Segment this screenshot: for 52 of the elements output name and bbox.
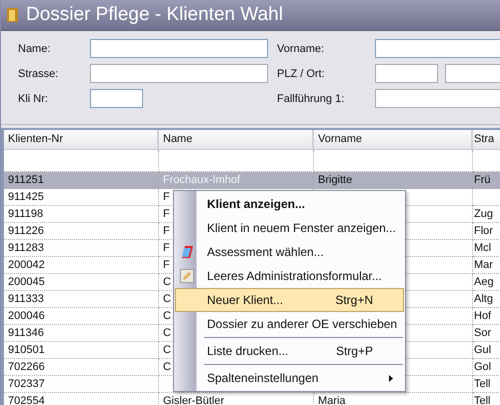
door-icon (7, 8, 18, 22)
table-cell: Tell (473, 376, 500, 393)
table-cell: 200045 (4, 274, 159, 291)
field-label: Strasse: (18, 68, 60, 80)
window-title: Dossier Pflege - Klienten Wahl (26, 4, 283, 26)
table-cell: 702266 (4, 359, 159, 376)
table-cell: Mcl (473, 240, 500, 257)
table-cell: 911346 (4, 325, 159, 342)
table-cell: Flor (473, 223, 500, 240)
column-header[interactable]: Vorname (314, 130, 473, 150)
input-field[interactable] (375, 39, 500, 58)
table-cell: 702337 (4, 376, 159, 393)
field-label: Vorname: (277, 42, 326, 54)
input-field[interactable] (375, 89, 500, 108)
table-cell: 911226 (4, 223, 159, 240)
table-cell: 911333 (4, 291, 159, 308)
filter-cell[interactable] (159, 150, 314, 172)
table-cell: Sor (473, 325, 500, 342)
filter-cell[interactable] (4, 150, 159, 172)
field-label: Kli Nr: (18, 92, 49, 104)
input-field[interactable] (375, 64, 438, 83)
table-cell: 911251 (4, 172, 159, 189)
pencil-icon (180, 269, 194, 283)
table-cell: 200042 (4, 257, 159, 274)
table-cell: Aeg (473, 274, 500, 291)
input-field[interactable] (445, 64, 500, 83)
column-header[interactable]: Name (159, 130, 314, 150)
input-field[interactable] (90, 64, 268, 83)
column-header[interactable]: Klienten-Nr (4, 130, 159, 150)
table-cell: Altg (473, 291, 500, 308)
table-cell: Frü (473, 172, 500, 189)
table-cell: Hof (473, 308, 500, 325)
field-label: PLZ / Ort: (277, 68, 326, 80)
field-label: Name: (18, 42, 52, 54)
table-cell: Mar (473, 257, 500, 274)
table-cell: Brigitte (314, 172, 473, 189)
field-label: Fallführung 1: (277, 92, 346, 104)
table-cell: 910501 (4, 342, 159, 359)
filter-cell[interactable] (314, 150, 473, 172)
table-cell: Frochaux-Imhof (159, 172, 314, 189)
input-field[interactable] (90, 39, 268, 58)
table-cell: Zug (473, 206, 500, 223)
menu-item[interactable]: Neuer Klient... Strg+N (175, 288, 404, 312)
table-cell: 200046 (4, 308, 159, 325)
table-cell: Gol (473, 359, 500, 376)
table-cell: 911425 (4, 189, 159, 206)
table-cell: 911283 (4, 240, 159, 257)
input-field[interactable] (90, 89, 143, 108)
submenu-arrow-icon (389, 374, 393, 382)
table-cell: Gul (473, 342, 500, 359)
table-cell: 911198 (4, 206, 159, 223)
column-header[interactable]: Stra (473, 130, 500, 150)
